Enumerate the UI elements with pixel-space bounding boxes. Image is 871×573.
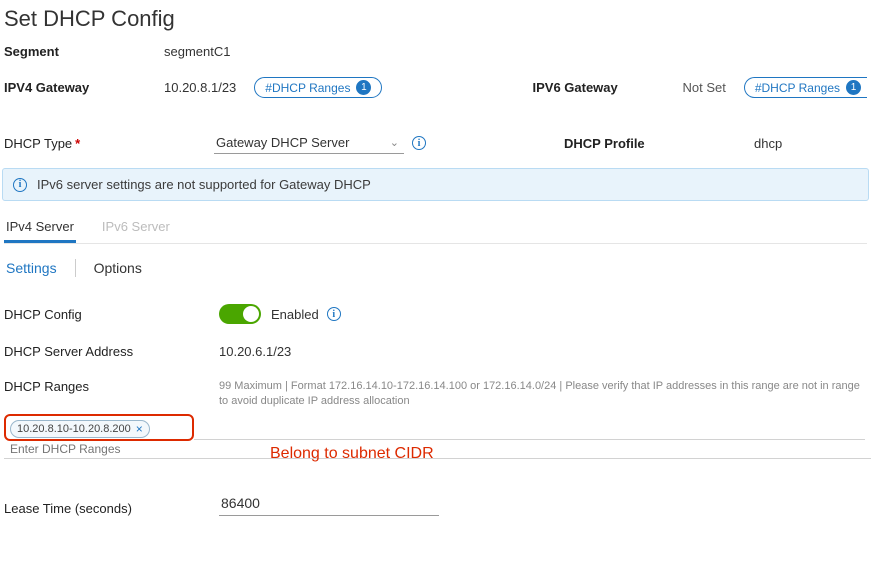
ipv4-dhcp-ranges-pill-label: #DHCP Ranges	[265, 81, 350, 95]
info-icon[interactable]: i	[327, 307, 341, 321]
tab-ipv4-server[interactable]: IPv4 Server	[4, 213, 76, 243]
dhcp-config-label: DHCP Config	[4, 307, 219, 322]
banner-text: IPv6 server settings are not supported f…	[37, 177, 371, 192]
dhcp-type-label: DHCP Type*	[4, 136, 164, 151]
tab-ipv6-server: IPv6 Server	[100, 213, 172, 243]
close-icon[interactable]: ×	[136, 422, 143, 436]
ipv4-gateway-value: 10.20.8.1/23	[164, 80, 254, 95]
dhcp-ranges-underline	[194, 418, 865, 440]
lease-time-label: Lease Time (seconds)	[4, 501, 219, 516]
ipv6-dhcp-ranges-count: 1	[846, 80, 861, 95]
annotation-callout: Belong to subnet CIDR	[270, 445, 434, 463]
dhcp-server-address-label: DHCP Server Address	[4, 344, 219, 359]
subtab-options[interactable]: Options	[92, 258, 160, 278]
dhcp-profile-value: dhcp	[714, 136, 800, 151]
ipv6-gateway-label: IPV6 Gateway	[532, 80, 682, 95]
dhcp-type-value: Gateway DHCP Server	[216, 135, 349, 150]
dhcp-config-toggle[interactable]	[219, 304, 261, 324]
dhcp-config-state: Enabled	[271, 307, 319, 322]
info-icon[interactable]: i	[412, 136, 426, 150]
page-title: Set DHCP Config	[0, 0, 871, 42]
dhcp-server-address-value: 10.20.6.1/23	[219, 344, 291, 359]
ipv4-gateway-label: IPV4 Gateway	[4, 80, 164, 95]
required-indicator: *	[75, 136, 80, 151]
ipv4-dhcp-ranges-count: 1	[356, 80, 371, 95]
server-tabs: IPv4 Server IPv6 Server	[4, 213, 867, 244]
info-icon: i	[13, 178, 27, 192]
dhcp-profile-label: DHCP Profile	[564, 136, 714, 151]
dhcp-type-select[interactable]: Gateway DHCP Server ⌄	[214, 132, 404, 154]
subtab-divider	[75, 259, 76, 277]
dhcp-ranges-hint: 99 Maximum | Format 172.16.14.10-172.16.…	[219, 379, 867, 410]
chevron-down-icon: ⌄	[387, 136, 402, 149]
ipv4-dhcp-ranges-pill[interactable]: #DHCP Ranges 1	[254, 77, 382, 98]
dhcp-ranges-field-highlight: 10.20.8.10-10.20.8.200 ×	[4, 414, 194, 441]
info-banner: i IPv6 server settings are not supported…	[2, 168, 869, 201]
segment-value: segmentC1	[164, 44, 248, 59]
ipv6-dhcp-ranges-pill[interactable]: #DHCP Ranges 1	[744, 77, 867, 98]
subtab-settings[interactable]: Settings	[4, 258, 75, 278]
dhcp-range-chip-text: 10.20.8.10-10.20.8.200	[17, 423, 131, 435]
lease-time-input[interactable]	[219, 491, 439, 516]
ipv6-dhcp-ranges-pill-label: #DHCP Ranges	[755, 81, 840, 95]
dhcp-ranges-input[interactable]	[4, 438, 871, 459]
dhcp-ranges-label: DHCP Ranges	[4, 379, 219, 410]
ipv6-gateway-value: Not Set	[682, 80, 743, 95]
segment-label: Segment	[4, 44, 164, 59]
sub-tabs: Settings Options	[4, 258, 867, 278]
dhcp-range-chip[interactable]: 10.20.8.10-10.20.8.200 ×	[10, 420, 150, 438]
